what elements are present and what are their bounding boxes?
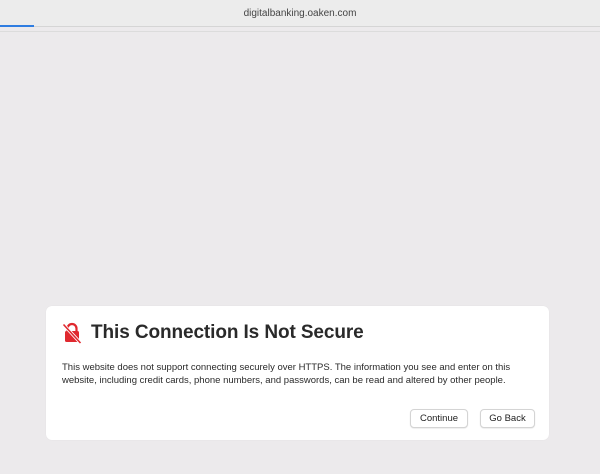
warning-title: This Connection Is Not Secure <box>91 322 364 343</box>
page-load-progress <box>0 25 34 27</box>
continue-button[interactable]: Continue <box>410 409 468 428</box>
warning-message: This website does not support connecting… <box>62 362 511 386</box>
go-back-button[interactable]: Go Back <box>480 409 535 428</box>
warning-header: This Connection Is Not Secure <box>62 322 364 344</box>
url-text[interactable]: digitalbanking.oaken.com <box>0 8 600 19</box>
lock-crossed-icon <box>62 322 82 344</box>
security-warning-card: This Connection Is Not Secure This websi… <box>46 306 549 440</box>
address-bar[interactable]: digitalbanking.oaken.com <box>0 0 600 27</box>
